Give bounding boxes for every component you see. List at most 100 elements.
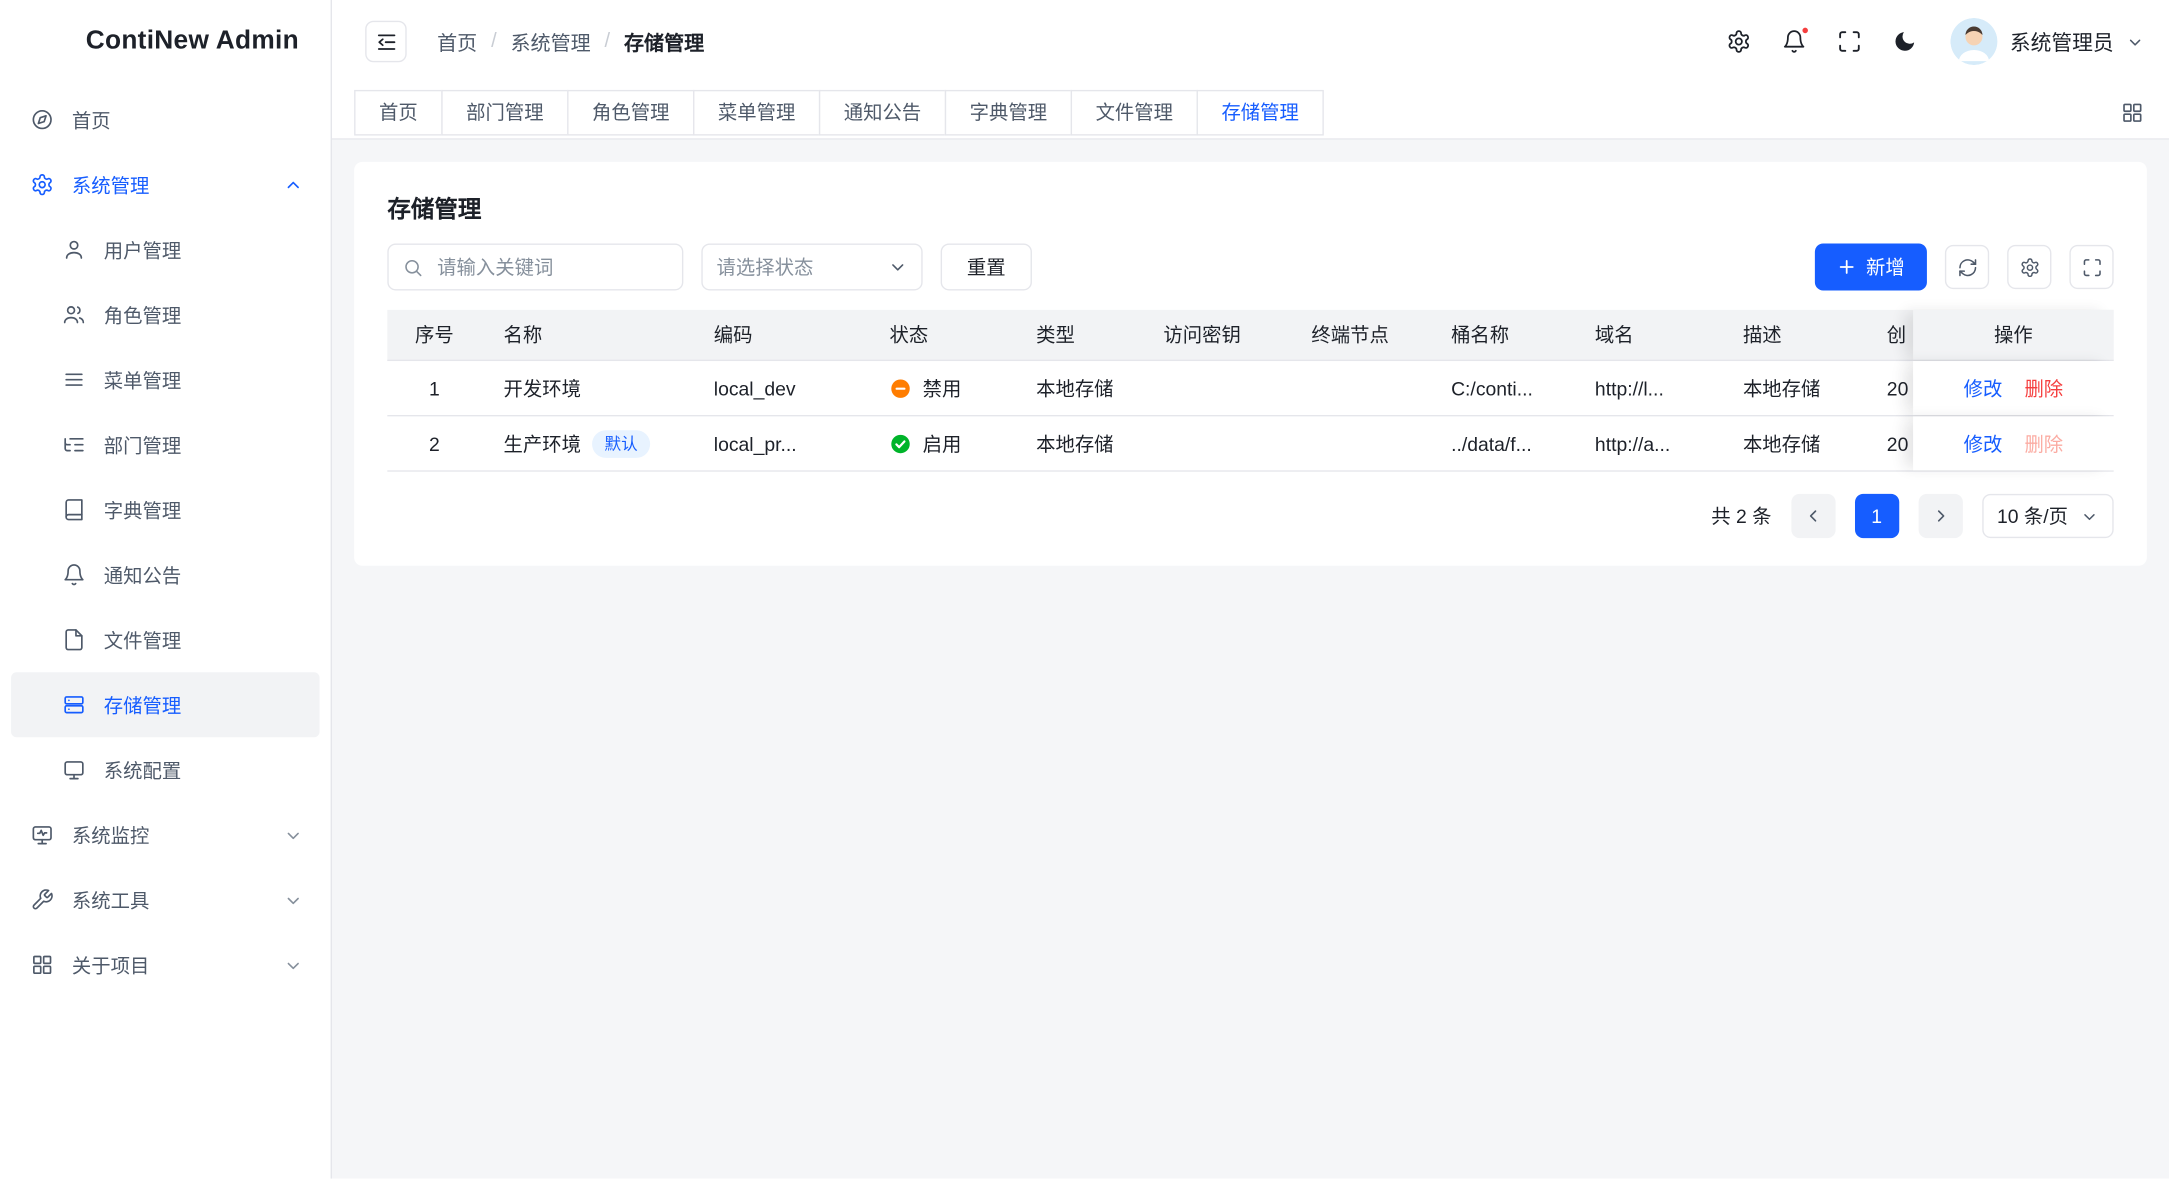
modify-link[interactable]: 修改 [1964, 430, 2003, 458]
monitor-activity-icon [30, 823, 54, 847]
page-size-select[interactable]: 10 条/页 [1982, 494, 2114, 538]
tab-home[interactable]: 首页 [354, 89, 443, 135]
tabbar: 首页 部门管理 角色管理 菜单管理 通知公告 字典管理 文件管理 存储管理 [332, 83, 2169, 140]
chevron-down-icon [2080, 507, 2098, 525]
cell-description: 本地存储 [1721, 416, 1865, 470]
sidebar-item-menu-mgmt[interactable]: 菜单管理 [11, 347, 319, 412]
status-select[interactable]: 请选择状态 [701, 243, 922, 290]
tab-notice[interactable]: 通知公告 [819, 89, 946, 135]
bell-icon[interactable] [1782, 29, 1807, 54]
delete-link-disabled: 删除 [2024, 430, 2063, 458]
tab-storage-mgmt[interactable]: 存储管理 [1197, 89, 1324, 135]
sidebar-item-system-config[interactable]: 系统配置 [11, 737, 319, 802]
refresh-icon [1957, 257, 1978, 278]
pagination-total: 共 2 条 [1711, 502, 1771, 530]
sidebar-item-file-mgmt[interactable]: 文件管理 [11, 607, 319, 672]
user-menu[interactable]: 系统管理员 [1950, 18, 2144, 65]
moon-icon[interactable] [1892, 29, 1917, 54]
sidebar-item-dict-mgmt[interactable]: 字典管理 [11, 477, 319, 542]
status-select-placeholder: 请选择状态 [717, 253, 814, 281]
settings-icon[interactable] [1726, 29, 1751, 54]
app-root: ContiNew Admin 首页 系统管理 用户管理 角色管理 [0, 0, 2169, 1179]
column-settings-button[interactable] [2007, 245, 2051, 289]
apps-grid-icon [30, 953, 54, 977]
breadcrumb-home[interactable]: 首页 [437, 27, 477, 56]
notification-dot [1800, 25, 1811, 36]
tab-role-mgmt[interactable]: 角色管理 [567, 89, 694, 135]
toolbar: 请选择状态 重置 新增 [387, 243, 2113, 290]
sidebar-item-system-tools[interactable]: 系统工具 [11, 867, 319, 932]
cell-name: 开发环境 [481, 361, 691, 415]
sidebar-item-home[interactable]: 首页 [11, 87, 319, 152]
status-label: 禁用 [923, 374, 962, 402]
book-icon [62, 498, 86, 522]
col-header-bucket: 桶名称 [1429, 310, 1573, 360]
chevron-down-icon [284, 955, 303, 974]
cell-access-key [1141, 361, 1289, 415]
sidebar-item-role-mgmt[interactable]: 角色管理 [11, 282, 319, 347]
add-button[interactable]: 新增 [1815, 243, 1927, 290]
tab-dept-mgmt[interactable]: 部门管理 [441, 89, 568, 135]
storage-table: 序号 名称 编码 状态 类型 访问密钥 终端节点 桶名称 域名 描述 创 操作 [387, 310, 2113, 472]
sidebar-item-dept-mgmt[interactable]: 部门管理 [11, 412, 319, 477]
modify-link[interactable]: 修改 [1964, 374, 2003, 402]
pagination: 共 2 条 1 10 条/页 [387, 494, 2113, 538]
page-size-value: 10 条/页 [1997, 502, 2068, 530]
delete-link[interactable]: 删除 [2024, 374, 2063, 402]
search-input[interactable] [434, 255, 668, 280]
sidebar-item-about[interactable]: 关于项目 [11, 932, 319, 997]
tab-file-mgmt[interactable]: 文件管理 [1071, 89, 1198, 135]
sidebar-item-label: 关于项目 [72, 951, 149, 979]
sidebar-item-label: 系统管理 [72, 171, 149, 199]
tab-dict-mgmt[interactable]: 字典管理 [945, 89, 1072, 135]
cell-index: 2 [387, 416, 481, 470]
col-header-type: 类型 [1014, 310, 1141, 360]
pagination-next-button[interactable] [1918, 494, 1962, 538]
cell-status: 禁用 [867, 361, 1014, 415]
plus-icon [1837, 257, 1856, 276]
sidebar-item-label: 系统配置 [104, 756, 181, 784]
search-box [387, 243, 683, 290]
reset-button[interactable]: 重置 [941, 243, 1032, 290]
fullscreen-icon[interactable] [1837, 29, 1862, 54]
cell-domain: http://a... [1573, 416, 1721, 470]
file-icon [62, 628, 86, 652]
sidebar-item-storage-mgmt[interactable]: 存储管理 [11, 672, 319, 737]
refresh-button[interactable] [1945, 245, 1989, 289]
col-header-domain: 域名 [1573, 310, 1721, 360]
table-fullscreen-button[interactable] [2069, 245, 2113, 289]
cell-domain: http://l... [1573, 361, 1721, 415]
sidebar-item-system-monitor[interactable]: 系统监控 [11, 802, 319, 867]
sidebar-item-label: 文件管理 [104, 626, 181, 654]
sidebar-collapse-button[interactable] [365, 21, 406, 62]
cell-created-clipped: 20 [1865, 361, 1913, 415]
col-header-actions: 操作 [1913, 310, 2114, 360]
sidebar-item-user-mgmt[interactable]: 用户管理 [11, 217, 319, 282]
cell-status: 启用 [867, 416, 1014, 470]
user-name: 系统管理员 [2010, 27, 2114, 56]
menu-lines-icon [62, 368, 86, 392]
breadcrumb-separator: / [491, 30, 497, 52]
sidebar-item-label: 系统监控 [72, 821, 149, 849]
app-logo[interactable]: ContiNew Admin [0, 0, 331, 83]
page-title: 存储管理 [387, 190, 2113, 225]
breadcrumb-separator: / [605, 30, 611, 52]
tab-actions-grid-icon[interactable] [2121, 100, 2145, 124]
sidebar: ContiNew Admin 首页 系统管理 用户管理 角色管理 [0, 0, 332, 1179]
tab-menu-mgmt[interactable]: 菜单管理 [693, 89, 820, 135]
storage-name: 开发环境 [504, 374, 581, 402]
breadcrumb-system-mgmt[interactable]: 系统管理 [510, 27, 590, 56]
table-row: 1 开发环境 local_dev 禁用 本地存储 C:/conti... [387, 361, 2113, 416]
pagination-prev-button[interactable] [1791, 494, 1835, 538]
monitor-icon [62, 758, 86, 782]
sidebar-item-label: 系统工具 [72, 886, 149, 914]
add-button-label: 新增 [1866, 253, 1905, 281]
chevron-left-icon [1803, 506, 1822, 525]
storage-name: 生产环境 [504, 430, 581, 458]
col-header-created-clipped: 创 [1865, 310, 1913, 360]
sidebar-item-system-mgmt[interactable]: 系统管理 [11, 152, 319, 217]
pagination-page-1[interactable]: 1 [1854, 494, 1898, 538]
chevron-right-icon [1931, 506, 1950, 525]
app-title: ContiNew Admin [86, 26, 299, 56]
sidebar-item-notice[interactable]: 通知公告 [11, 542, 319, 607]
